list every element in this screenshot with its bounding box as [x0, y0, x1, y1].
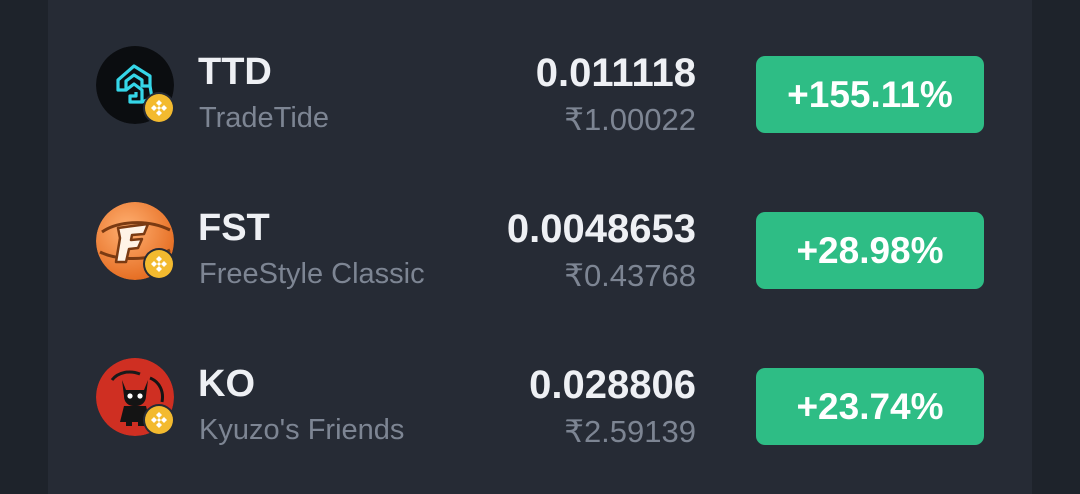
- token-symbol: KO: [198, 363, 255, 405]
- bnb-chain-icon: [143, 248, 175, 280]
- token-row-ttd[interactable]: TTD TradeTide 0.011118 ₹1.00022 +155.11%: [48, 30, 1032, 137]
- token-list: TTD TradeTide 0.011118 ₹1.00022 +155.11%: [48, 0, 1032, 494]
- token-symbol: TTD: [198, 51, 272, 93]
- bnb-chain-icon: [143, 404, 175, 436]
- token-fiat-price: ₹1.00022: [564, 102, 696, 137]
- token-name: FreeStyle Classic: [199, 258, 425, 290]
- token-symbol: FST: [198, 207, 270, 249]
- token-price: 0.011118: [535, 51, 696, 95]
- token-price: 0.028806: [529, 363, 696, 407]
- token-name: Kyuzo's Friends: [199, 414, 405, 446]
- bnb-chain-icon: [143, 92, 175, 124]
- token-name: TradeTide: [199, 102, 330, 134]
- price-change-badge[interactable]: +23.74%: [756, 368, 984, 445]
- token-row-ko[interactable]: KO Kyuzo's Friends 0.028806 ₹2.59139 +23…: [48, 342, 1032, 449]
- price-change-badge[interactable]: +28.98%: [756, 212, 984, 289]
- price-change-badge[interactable]: +155.11%: [756, 56, 984, 133]
- token-price: 0.0048653: [506, 207, 696, 251]
- token-fiat-price: ₹2.59139: [564, 414, 696, 449]
- token-row-fst[interactable]: FST FreeStyle Classic 0.0048653 ₹0.43768…: [48, 186, 1032, 293]
- token-fiat-price: ₹0.43768: [564, 258, 696, 293]
